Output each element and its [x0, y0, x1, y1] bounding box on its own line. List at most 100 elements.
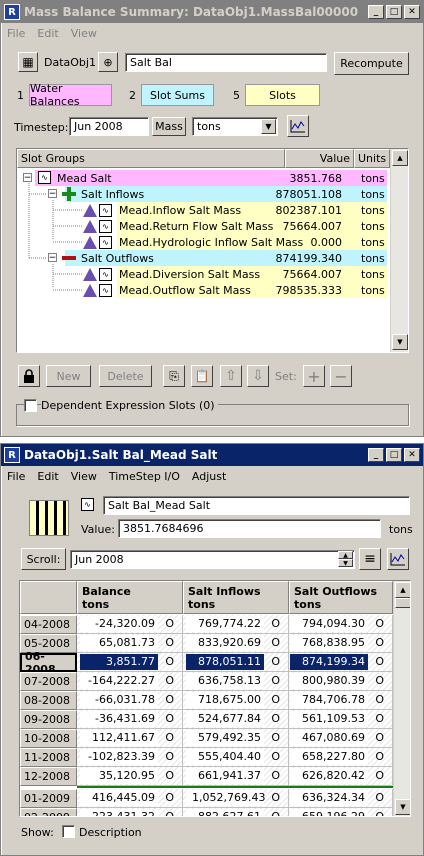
menu-edit[interactable]: Edit	[37, 470, 58, 483]
table-cell[interactable]: 561,109.53 O	[289, 710, 393, 729]
list-view-button[interactable]: ≡	[359, 548, 381, 570]
col-header-balance[interactable]: Balance tons	[77, 581, 183, 614]
maximize-button[interactable]: □	[386, 448, 402, 462]
scroll-down-button[interactable]: ▼	[392, 334, 408, 350]
tree-scrollbar[interactable]: ▲ ▼	[390, 149, 408, 352]
table-cell[interactable]: 112,411.67 O	[77, 729, 183, 748]
copy-button[interactable]: ⎘	[163, 365, 185, 387]
row-header-09-2008[interactable]: 09-2008	[20, 710, 77, 729]
menu-timestep-io[interactable]: TimeStep I/O	[109, 470, 180, 483]
table-cell[interactable]: 467,080.69 O	[289, 729, 393, 748]
recompute-button[interactable]: Recompute	[334, 52, 409, 75]
table-cell[interactable]: -24,320.09 O	[77, 615, 183, 634]
slot-name-field[interactable]: Salt Bal_Mead Salt	[103, 496, 410, 515]
table-cell[interactable]: 524,677.84 O	[183, 710, 289, 729]
menu-adjust[interactable]: Adjust	[192, 470, 226, 483]
table-cell[interactable]: 3,851.77 O	[77, 653, 183, 672]
slot-window-titlebar[interactable]: R DataObj1.Salt Bal_Mead Salt _ □ ✕	[1, 444, 423, 466]
table-scrollbar[interactable]: ▲ ▼	[393, 581, 410, 816]
row-header-11-2008[interactable]: 11-2008	[20, 748, 77, 767]
close-button[interactable]: ✕	[404, 448, 420, 462]
table-cell[interactable]: 659,196.29 O	[289, 808, 393, 816]
collapse-salt-outflows[interactable]: −	[48, 253, 57, 263]
tree-row-hydrologic-inflow-salt-mass[interactable]: Mead.Hydrologic Inflow Salt Mass 0.000 t…	[119, 234, 387, 250]
table-cell[interactable]: 800,980.39 O	[289, 672, 393, 691]
date-spin-down[interactable]: ▼	[338, 559, 353, 567]
menu-view[interactable]: View	[71, 470, 97, 483]
description-checkbox[interactable]	[62, 825, 75, 838]
col-header-salt-outflows[interactable]: Salt Outflows tons	[289, 581, 393, 614]
table-cell[interactable]: 65,081.73 O	[77, 634, 183, 653]
close-button[interactable]: ✕	[404, 5, 420, 19]
unit-dropdown-arrow[interactable]: ▼	[261, 119, 276, 134]
row-header-07-2008[interactable]: 07-2008	[20, 672, 77, 691]
table-cell[interactable]: -164,222.27 O	[77, 672, 183, 691]
tree-row-mead-salt[interactable]: Mead Salt 3851.768 tons	[57, 170, 387, 186]
set-plus-button[interactable]: +	[303, 365, 325, 387]
select-expression-button[interactable]: ⊕	[98, 52, 118, 72]
table-cell[interactable]: 636,758.13 O	[183, 672, 289, 691]
row-header-06-2008[interactable]: 06-2008	[20, 650, 77, 676]
scroll-date-field[interactable]: Jun 2008	[70, 550, 355, 569]
tree-row-salt-outflows[interactable]: Salt Outflows 874199.340 tons	[81, 250, 387, 266]
table-cell[interactable]: -102,823.39 O	[77, 748, 183, 767]
table-cell[interactable]: 718,675.00 O	[183, 691, 289, 710]
table-cell[interactable]: -66,031.78 O	[77, 691, 183, 710]
row-header-02-2009[interactable]: 02-2009	[20, 808, 77, 816]
slot-sums-button[interactable]: Slot Sums	[141, 84, 214, 106]
lock-button[interactable]	[18, 365, 40, 387]
mass-button[interactable]: Mass	[152, 117, 186, 136]
col-header-salt-inflows[interactable]: Salt Inflows tons	[183, 581, 289, 614]
table-cell[interactable]: 555,404.40 O	[183, 748, 289, 767]
row-header-12-2008[interactable]: 12-2008	[20, 767, 77, 786]
table-cell[interactable]: 636,324.34 O	[289, 789, 393, 808]
table-cell[interactable]: 794,094.30 O	[289, 615, 393, 634]
object-icon-button[interactable]: ▦	[18, 52, 38, 72]
collapse-salt-inflows[interactable]: −	[48, 189, 57, 199]
slot-groups-tree[interactable]: Slot Groups Value Units ▲ ▼ − ∿ Mead Sal…	[16, 148, 409, 353]
scroll-down-button[interactable]: ▼	[395, 799, 410, 815]
table-cell[interactable]: 784,706.78 O	[289, 691, 393, 710]
col-value[interactable]: Value	[285, 149, 354, 168]
col-units[interactable]: Units	[354, 149, 390, 168]
table-cell[interactable]: 878,051.11 O	[183, 653, 289, 672]
scroll-up-button[interactable]: ▲	[395, 582, 410, 598]
timestep-field[interactable]: Jun 2008	[69, 117, 149, 136]
set-minus-button[interactable]: −	[330, 365, 352, 387]
table-cell[interactable]: 874,199.34 O	[289, 653, 393, 672]
move-up-button[interactable]: ⇧	[220, 365, 242, 387]
table-cell[interactable]: 769,774.22 O	[183, 615, 289, 634]
paste-button[interactable]: 📋	[191, 365, 213, 387]
table-cell[interactable]: -36,431.69 O	[77, 710, 183, 729]
scroll-up-button[interactable]: ▲	[392, 150, 408, 166]
slots-button[interactable]: Slots	[245, 84, 320, 106]
maximize-button[interactable]: □	[386, 5, 402, 19]
plot-button[interactable]	[287, 115, 309, 137]
minimize-button[interactable]: _	[368, 448, 384, 462]
tree-row-outflow-salt-mass[interactable]: Mead.Outflow Salt Mass 798535.333 tons	[119, 282, 387, 298]
tree-row-diversion-salt-mass[interactable]: Mead.Diversion Salt Mass 75664.007 tons	[119, 266, 387, 282]
table-cell[interactable]: 35,120.95 O	[77, 767, 183, 786]
plot-button[interactable]	[387, 548, 409, 570]
dependent-slots-checkbox[interactable]	[24, 399, 37, 412]
series-table[interactable]: Balance tons Salt Inflows tons Salt Outflo…	[19, 580, 411, 817]
table-cell[interactable]: 223,431.32 O	[77, 808, 183, 816]
table-cell[interactable]: 1,052,769.43 O	[183, 789, 289, 808]
menu-file[interactable]: File	[7, 27, 25, 40]
scroll-button[interactable]: Scroll:	[21, 548, 66, 570]
row-header-01-2009[interactable]: 01-2009	[20, 789, 77, 808]
menu-view[interactable]: View	[71, 27, 97, 40]
row-header-10-2008[interactable]: 10-2008	[20, 729, 77, 748]
table-cell[interactable]: 416,445.09 O	[77, 789, 183, 808]
delete-button[interactable]: Delete	[99, 365, 152, 387]
tree-row-inflow-salt-mass[interactable]: Mead.Inflow Salt Mass 802387.101 tons	[119, 202, 387, 218]
collapse-mead-salt[interactable]: −	[23, 173, 32, 183]
row-header-08-2008[interactable]: 08-2008	[20, 691, 77, 710]
date-spin-up[interactable]: ▲	[338, 551, 353, 559]
scroll-thumb[interactable]	[395, 598, 410, 608]
minimize-button[interactable]: _	[368, 5, 384, 19]
value-field[interactable]: 3851.7684696	[118, 519, 381, 538]
water-balances-button[interactable]: Water Balances	[29, 82, 112, 108]
row-header-04-2008[interactable]: 04-2008	[20, 615, 77, 634]
menu-edit[interactable]: Edit	[37, 27, 58, 40]
